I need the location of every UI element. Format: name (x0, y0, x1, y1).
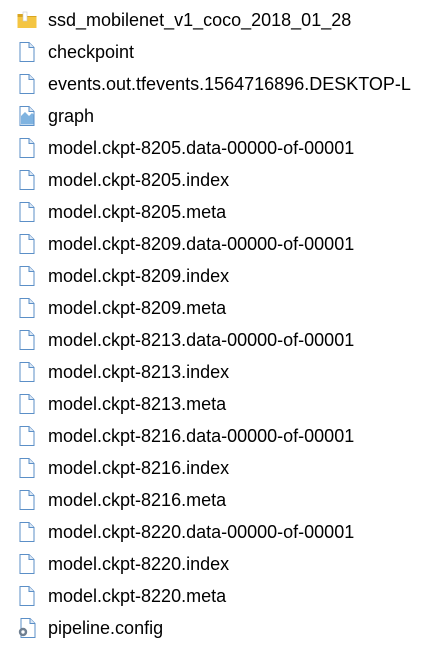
document-icon (16, 233, 38, 255)
document-icon (16, 585, 38, 607)
list-item[interactable]: checkpoint (0, 36, 422, 68)
list-item[interactable]: pipeline.config (0, 612, 422, 644)
list-item[interactable]: model.ckpt-8216.index (0, 452, 422, 484)
file-name: model.ckpt-8216.index (48, 458, 230, 478)
list-item[interactable]: model.ckpt-8216.data-00000-of-00001 (0, 420, 422, 452)
list-item[interactable]: events.out.tfevents.1564716896.DESKTOP-L (0, 68, 422, 100)
file-name: model.ckpt-8216.data-00000-of-00001 (48, 426, 355, 446)
list-item[interactable]: graph (0, 100, 422, 132)
list-item[interactable]: model.ckpt-8209.index (0, 260, 422, 292)
file-name: model.ckpt-8220.meta (48, 586, 227, 606)
list-item[interactable]: model.ckpt-8220.meta (0, 580, 422, 612)
list-item[interactable]: model.ckpt-8205.data-00000-of-00001 (0, 132, 422, 164)
document-icon (16, 137, 38, 159)
document-icon (16, 73, 38, 95)
document-icon (16, 457, 38, 479)
file-name: checkpoint (48, 42, 135, 62)
file-list: ssd_mobilenet_v1_coco_2018_01_28 checkpo… (0, 4, 422, 644)
image-file-icon (16, 105, 38, 127)
list-item[interactable]: model.ckpt-8205.meta (0, 196, 422, 228)
list-item[interactable]: model.ckpt-8213.meta (0, 388, 422, 420)
document-icon (16, 329, 38, 351)
settings-file-icon (16, 617, 38, 639)
document-icon (16, 489, 38, 511)
file-name: model.ckpt-8213.data-00000-of-00001 (48, 330, 355, 350)
document-icon (16, 41, 38, 63)
folder-icon (16, 9, 38, 31)
file-name: model.ckpt-8213.index (48, 362, 230, 382)
document-icon (16, 425, 38, 447)
document-icon (16, 297, 38, 319)
file-name: model.ckpt-8216.meta (48, 490, 227, 510)
file-name: graph (48, 106, 95, 126)
document-icon (16, 265, 38, 287)
file-name: model.ckpt-8213.meta (48, 394, 227, 414)
file-name: model.ckpt-8220.data-00000-of-00001 (48, 522, 355, 542)
list-item[interactable]: model.ckpt-8213.data-00000-of-00001 (0, 324, 422, 356)
list-item[interactable]: model.ckpt-8220.data-00000-of-00001 (0, 516, 422, 548)
file-name: model.ckpt-8205.index (48, 170, 230, 190)
list-item[interactable]: model.ckpt-8209.meta (0, 292, 422, 324)
list-item[interactable]: model.ckpt-8216.meta (0, 484, 422, 516)
document-icon (16, 553, 38, 575)
file-name: model.ckpt-8209.data-00000-of-00001 (48, 234, 355, 254)
list-item[interactable]: ssd_mobilenet_v1_coco_2018_01_28 (0, 4, 422, 36)
file-name: pipeline.config (48, 618, 164, 638)
file-name: model.ckpt-8220.index (48, 554, 230, 574)
file-name: model.ckpt-8209.index (48, 266, 230, 286)
list-item[interactable]: model.ckpt-8209.data-00000-of-00001 (0, 228, 422, 260)
file-name: model.ckpt-8205.data-00000-of-00001 (48, 138, 355, 158)
document-icon (16, 169, 38, 191)
list-item[interactable]: model.ckpt-8220.index (0, 548, 422, 580)
file-name: model.ckpt-8205.meta (48, 202, 227, 222)
file-name: ssd_mobilenet_v1_coco_2018_01_28 (48, 10, 352, 30)
document-icon (16, 361, 38, 383)
file-name: events.out.tfevents.1564716896.DESKTOP-L (48, 74, 411, 94)
document-icon (16, 521, 38, 543)
file-name: model.ckpt-8209.meta (48, 298, 227, 318)
document-icon (16, 393, 38, 415)
list-item[interactable]: model.ckpt-8205.index (0, 164, 422, 196)
list-item[interactable]: model.ckpt-8213.index (0, 356, 422, 388)
document-icon (16, 201, 38, 223)
